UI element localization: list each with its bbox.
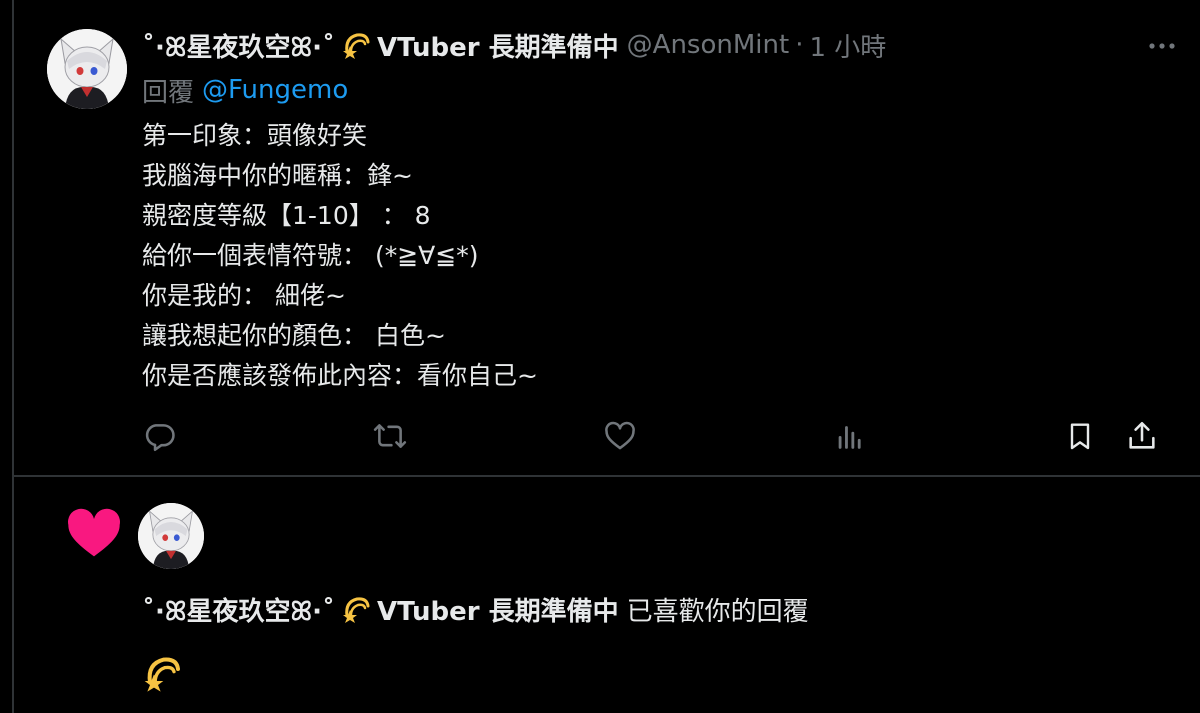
tweet-line: 讓我想起你的顏色： 白色~ (142, 321, 446, 350)
tweet-line: 你是否應該發佈此內容：看你自己~ (142, 361, 538, 390)
reply-prefix: 回覆 (142, 77, 195, 108)
more-options-icon[interactable] (1142, 32, 1182, 60)
tweet-line: 你是我的： 細佬~ (142, 281, 346, 310)
user-handle[interactable]: @AnsonMint (627, 30, 790, 60)
name-suffix[interactable]: VTuber 長期準備中 (377, 591, 619, 628)
share-button[interactable] (1120, 414, 1164, 458)
avatar-image (138, 503, 204, 569)
like-button[interactable] (598, 414, 642, 458)
notification-action-text: 已喜歡你的回覆 (626, 596, 809, 627)
timestamp[interactable]: 1 小時 (809, 27, 886, 64)
bookmark-icon (1070, 423, 1090, 450)
display-name[interactable]: ˚·ꕤ星夜玖空ꕤ·˚ (142, 27, 335, 64)
avatar[interactable] (138, 503, 204, 569)
comet-icon (142, 653, 182, 693)
retweet-icon (373, 424, 407, 448)
avatar[interactable] (47, 29, 127, 109)
views-icon (838, 426, 861, 449)
comet-icon (341, 30, 371, 60)
reply-icon (145, 424, 175, 452)
comet-icon (341, 594, 371, 624)
tweet-line: 給你一個表情符號： (*≧∀≦*) (142, 241, 479, 270)
like-notification[interactable]: ˚·ꕤ星夜玖空ꕤ·˚ VTuber 長期準備中 已喜歡你的回覆 (12, 477, 1200, 713)
bookmark-button[interactable] (1058, 414, 1102, 458)
reply-button[interactable] (138, 414, 182, 458)
tweet-line: 親密度等級【1-10】 ： 8 (142, 201, 431, 230)
name-suffix[interactable]: VTuber 長期準備中 (377, 27, 619, 64)
avatar-image (47, 29, 127, 109)
separator-dot: · (795, 30, 804, 60)
views-button[interactable] (828, 414, 872, 458)
tweet-actions (14, 414, 1200, 458)
heart-icon (66, 507, 122, 559)
tweet-line: 我腦海中你的暱稱：鋒~ (142, 161, 413, 190)
tweet-body: 第一印象：頭像好笑 我腦海中你的暱稱：鋒~ 親密度等級【1-10】 ： 8 給你… (142, 116, 1142, 396)
retweet-button[interactable] (368, 414, 412, 458)
display-name[interactable]: ˚·ꕤ星夜玖空ꕤ·˚ (142, 591, 335, 628)
reply-tweet[interactable]: ˚·ꕤ星夜玖空ꕤ·˚ VTuber 長期準備中 @AnsonMint · 1 小… (12, 0, 1200, 477)
like-icon (605, 421, 635, 450)
reply-target-link[interactable]: @Fungemo (202, 75, 348, 105)
tweet-line: 第一印象：頭像好笑 (142, 121, 368, 150)
reply-context: 回覆 @Fungemo (142, 72, 348, 108)
share-icon (1129, 421, 1155, 449)
notification-text: ˚·ꕤ星夜玖空ꕤ·˚ VTuber 長期準備中 已喜歡你的回覆 (142, 589, 809, 629)
tweet-header: ˚·ꕤ星夜玖空ꕤ·˚ VTuber 長期準備中 @AnsonMint · 1 小… (142, 25, 886, 65)
